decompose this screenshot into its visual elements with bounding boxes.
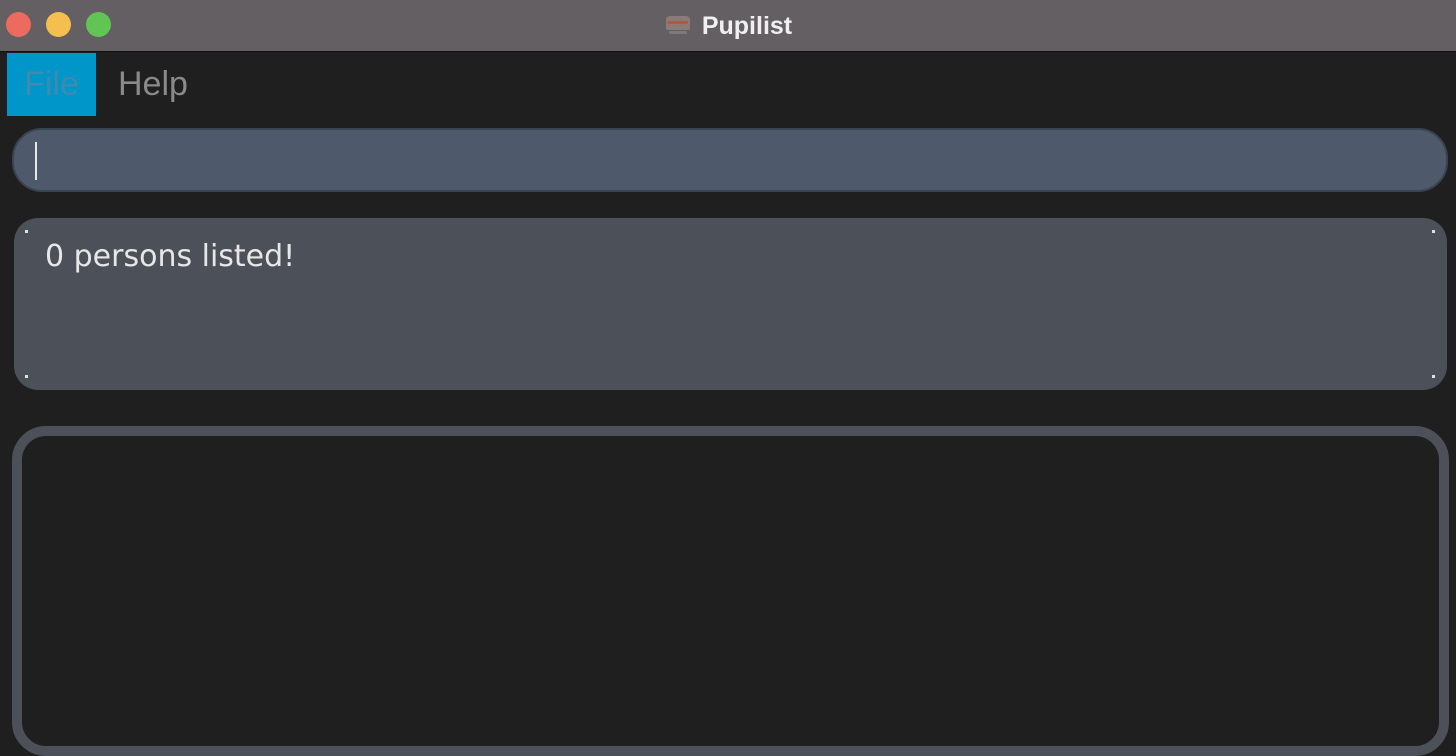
title-bar: Pupilist bbox=[0, 0, 1456, 52]
menu-help[interactable]: Help bbox=[118, 53, 188, 116]
scrollpane-corner bbox=[1432, 375, 1435, 378]
command-input[interactable] bbox=[40, 130, 1426, 190]
text-caret bbox=[35, 142, 37, 180]
scrollpane-corner bbox=[1432, 230, 1435, 233]
result-message: 0 persons listed! bbox=[45, 239, 296, 274]
command-box[interactable] bbox=[12, 128, 1448, 192]
scrollpane-corner bbox=[25, 230, 28, 233]
result-display: 0 persons listed! bbox=[14, 218, 1447, 390]
person-list-panel[interactable] bbox=[12, 426, 1449, 756]
scrollpane-corner bbox=[25, 375, 28, 378]
menu-bar: File Help bbox=[0, 53, 1456, 116]
app-logo-icon bbox=[664, 14, 692, 38]
window-title: Pupilist bbox=[701, 11, 793, 40]
menu-file[interactable]: File bbox=[7, 53, 96, 116]
title-group: Pupilist bbox=[0, 0, 1456, 52]
